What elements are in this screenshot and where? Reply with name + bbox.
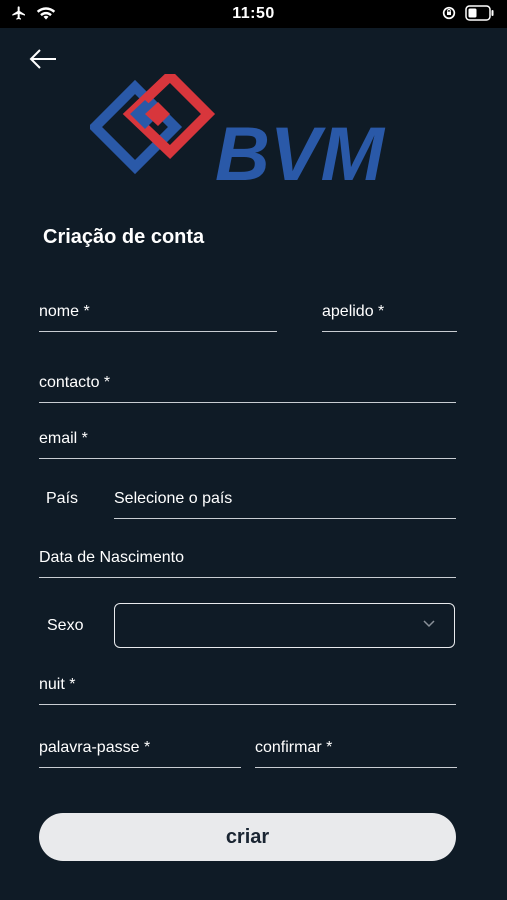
logo-mark-icon <box>90 74 216 175</box>
page-title: Criação de conta <box>43 226 205 248</box>
apelido-label: apelido * <box>322 303 385 320</box>
confirmar-field[interactable]: confirmar * <box>255 739 457 768</box>
logo-text: BVM <box>215 112 386 189</box>
confirmar-label: confirmar * <box>255 739 333 756</box>
criar-button[interactable]: criar <box>39 813 456 861</box>
palavra-passe-field[interactable]: palavra-passe * <box>39 739 241 768</box>
nuit-label: nuit * <box>39 676 76 693</box>
battery-icon <box>465 5 494 21</box>
nome-field[interactable]: nome * <box>39 303 277 332</box>
email-field[interactable]: email * <box>39 430 456 459</box>
contacto-field[interactable]: contacto * <box>39 374 456 403</box>
data-nascimento-field[interactable]: Data de Nascimento <box>39 549 456 578</box>
apelido-field[interactable]: apelido * <box>322 303 457 332</box>
arrow-left-icon[interactable] <box>28 46 58 72</box>
data-nascimento-label: Data de Nascimento <box>39 549 184 566</box>
bvm-logo: BVM <box>90 74 386 189</box>
chevron-down-icon <box>423 620 435 628</box>
sexo-label: Sexo <box>47 617 84 634</box>
contacto-label: contacto * <box>39 374 111 391</box>
nome-label: nome * <box>39 303 90 320</box>
orientation-lock-icon <box>442 6 456 20</box>
email-label: email * <box>39 430 88 447</box>
nuit-field[interactable]: nuit * <box>39 676 456 705</box>
sexo-dropdown[interactable] <box>114 603 455 648</box>
pais-label: País <box>46 490 79 507</box>
status-time: 11:50 <box>232 5 275 22</box>
status-bar: 11:50 <box>0 0 507 28</box>
pais-value: Selecione o país <box>114 490 233 507</box>
palavra-passe-label: palavra-passe * <box>39 739 151 756</box>
status-right-icons <box>441 5 495 21</box>
pais-select[interactable]: Selecione o país <box>114 490 456 519</box>
